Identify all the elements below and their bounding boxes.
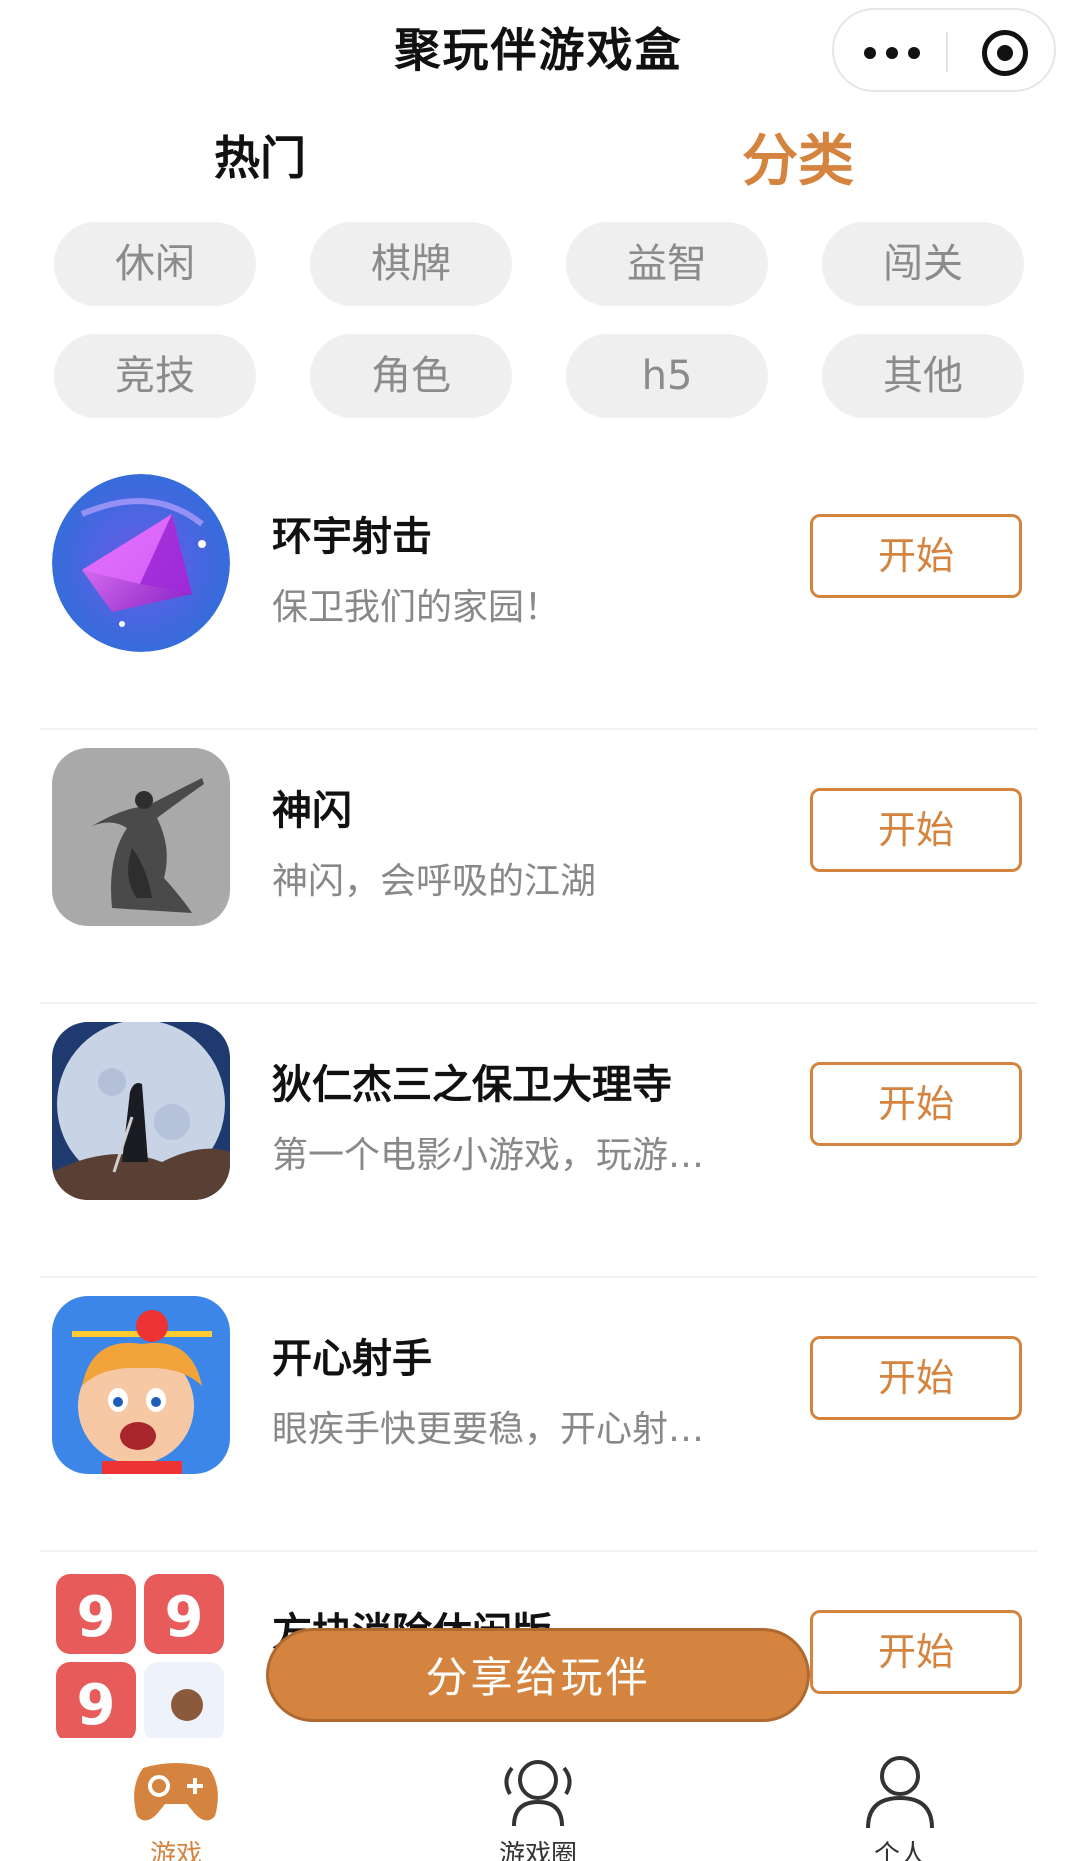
crystal-game-icon <box>52 474 230 652</box>
miniapp-capsule <box>832 8 1056 92</box>
group-icon <box>504 1760 572 1827</box>
tabbar-item-game-circle[interactable]: 游戏圈 <box>438 1738 638 1861</box>
game-list-item[interactable]: 环宇射击 保卫我们的家园！ 开始 <box>0 456 1077 730</box>
category-chip[interactable]: 竞技 <box>54 334 256 418</box>
gamepad-icon <box>134 1763 218 1821</box>
more-menu-icon[interactable] <box>864 38 944 66</box>
swordsman-game-icon <box>52 748 230 926</box>
category-chip[interactable]: 棋牌 <box>310 222 512 306</box>
game-list-item[interactable]: 开心射手 眼疾手快更要稳，开心射… 开始 <box>0 1278 1077 1552</box>
close-miniapp-icon[interactable] <box>982 30 1028 76</box>
tabbar-label: 游戏圈 <box>498 1840 577 1861</box>
tabbar-item-profile[interactable]: 个人 <box>800 1738 1000 1861</box>
game-name: 狄仁杰三之保卫大理寺 <box>272 1062 672 1108</box>
game-list-item[interactable]: 狄仁杰三之保卫大理寺 第一个电影小游戏，玩游… 开始 <box>0 1004 1077 1278</box>
number-blocks-game-icon: 9 9 9 <box>52 1570 230 1738</box>
archer-boy-game-icon <box>52 1296 230 1474</box>
person-icon <box>866 1756 934 1829</box>
game-list-item[interactable]: 神闪 神闪，会呼吸的江湖 开始 <box>0 730 1077 1004</box>
game-description: 第一个电影小游戏，玩游… <box>272 1135 705 1176</box>
category-chip[interactable]: 角色 <box>310 334 512 418</box>
start-game-button[interactable]: 开始 <box>810 514 1022 598</box>
game-name: 环宇射击 <box>272 514 432 560</box>
share-to-friends-button[interactable]: 分享给玩伴 <box>266 1628 810 1722</box>
moon-warrior-game-icon <box>52 1022 230 1200</box>
game-name: 开心射手 <box>272 1336 432 1382</box>
game-description: 保卫我们的家园！ <box>272 587 561 628</box>
game-name: 神闪 <box>272 788 352 834</box>
category-chip[interactable]: 闯关 <box>822 222 1024 306</box>
category-chip[interactable]: h5 <box>566 334 768 418</box>
game-description: 神闪，会呼吸的江湖 <box>272 861 597 902</box>
start-game-button[interactable]: 开始 <box>810 1062 1022 1146</box>
start-game-button[interactable]: 开始 <box>810 788 1022 872</box>
game-description: 眼疾手快更要稳，开心射… <box>272 1409 705 1450</box>
capsule-divider <box>946 32 948 72</box>
svg-text:9: 9 <box>77 1673 116 1738</box>
nav-header: 聚玩伴游戏盒 <box>0 0 1077 100</box>
tabbar-label: 游戏 <box>149 1840 202 1861</box>
bottom-tabbar: 游戏 游戏圈 个人 <box>0 1738 1077 1861</box>
tabbar-item-games[interactable]: 游戏 <box>76 1738 276 1861</box>
svg-text:9: 9 <box>77 1585 116 1650</box>
category-chip[interactable]: 益智 <box>566 222 768 306</box>
category-chip[interactable]: 其他 <box>822 334 1024 418</box>
start-game-button[interactable]: 开始 <box>810 1610 1022 1694</box>
tab-hot[interactable]: 热门 <box>214 122 306 188</box>
category-chip[interactable]: 休闲 <box>54 222 256 306</box>
start-game-button[interactable]: 开始 <box>810 1336 1022 1420</box>
svg-text:9: 9 <box>165 1585 204 1650</box>
tabbar-label: 个人 <box>873 1840 926 1861</box>
tab-category[interactable]: 分类 <box>742 116 854 197</box>
